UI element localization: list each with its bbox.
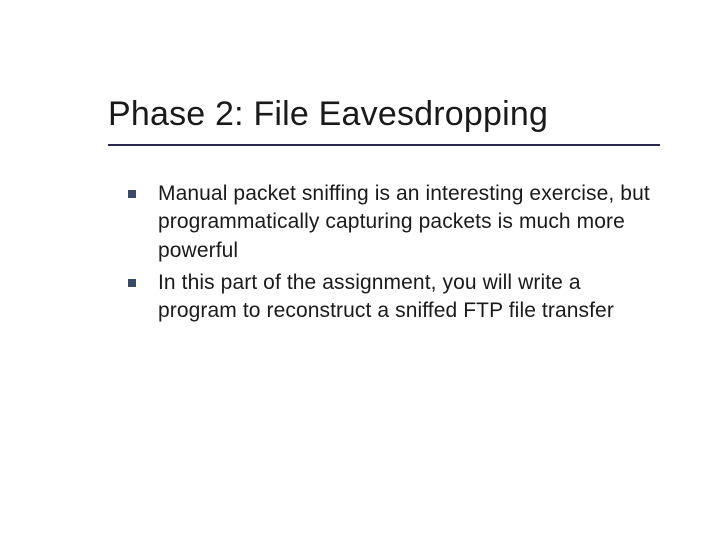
slide: Phase 2: File Eavesdropping Manual packe… — [0, 0, 720, 540]
list-item: In this part of the assignment, you will… — [128, 269, 658, 326]
slide-body: Manual packet sniffing is an interesting… — [128, 180, 658, 330]
title-underline — [108, 144, 660, 146]
list-item: Manual packet sniffing is an interesting… — [128, 180, 658, 265]
slide-title-wrap: Phase 2: File Eavesdropping — [108, 95, 660, 140]
square-bullet-icon — [128, 279, 136, 287]
slide-title: Phase 2: File Eavesdropping — [108, 95, 660, 140]
list-item-text: Manual packet sniffing is an interesting… — [158, 180, 658, 265]
square-bullet-icon — [128, 190, 136, 198]
list-item-text: In this part of the assignment, you will… — [158, 269, 658, 326]
